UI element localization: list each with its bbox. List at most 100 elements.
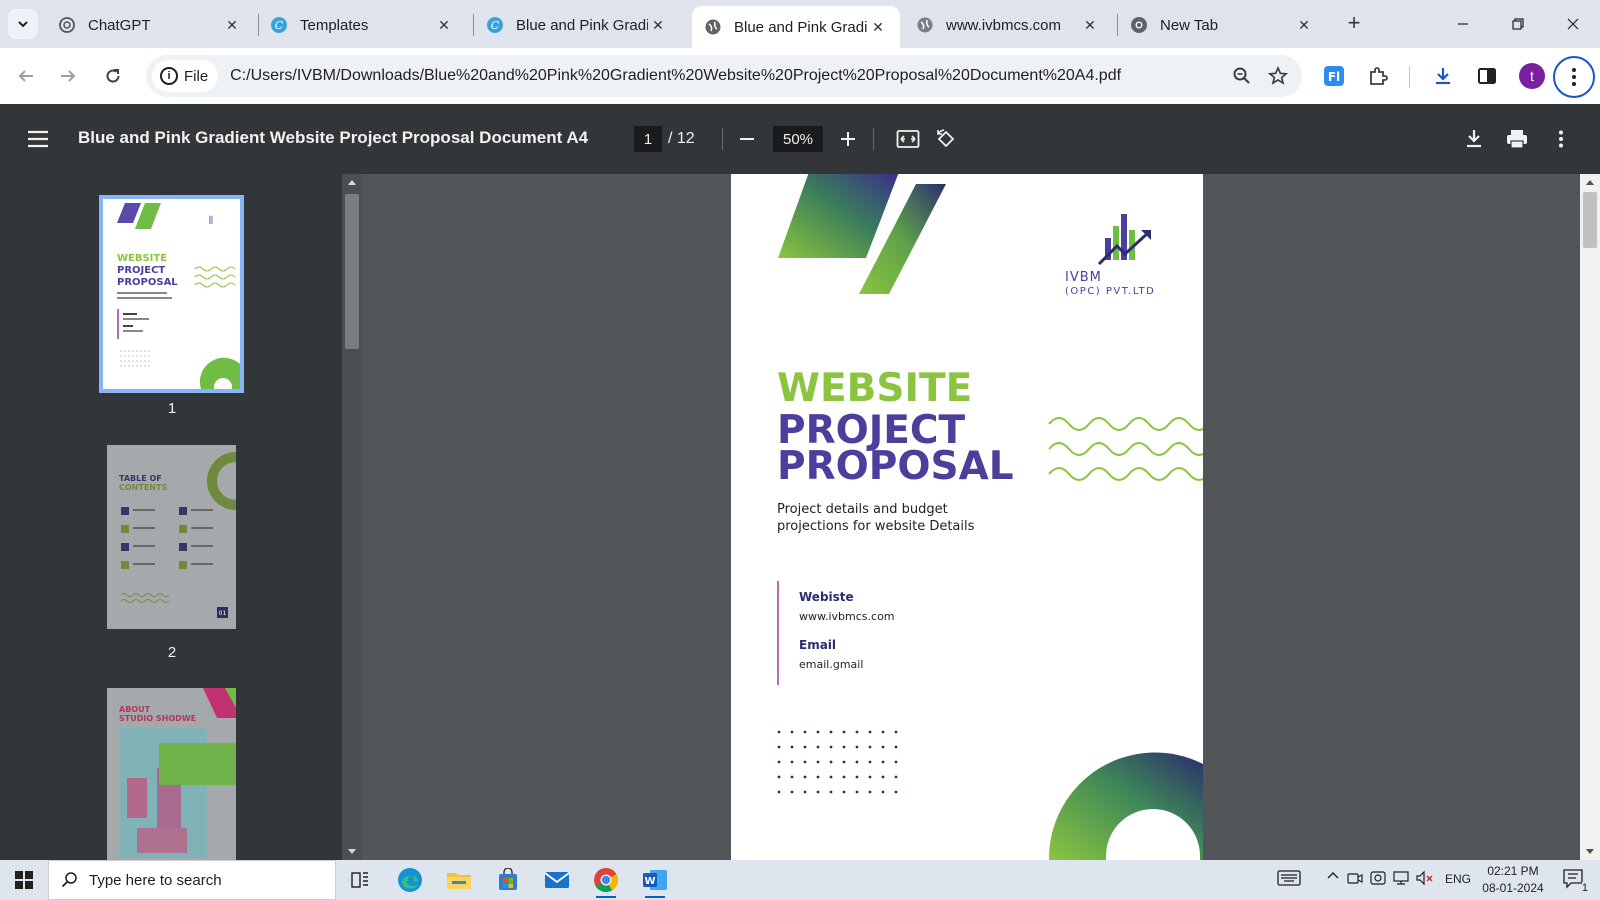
back-button[interactable] <box>10 60 42 92</box>
svg-text:C: C <box>491 19 500 32</box>
close-icon[interactable]: ✕ <box>868 17 888 37</box>
tab-pdf-active[interactable]: Blue and Pink Gradie ✕ <box>692 6 900 48</box>
thumb3-heading-2: STUDIO SHODWE <box>119 714 196 723</box>
touch-keyboard-icon[interactable] <box>1275 870 1303 886</box>
pdf-title: Blue and Pink Gradient Website Project P… <box>78 128 589 147</box>
more-vertical-icon <box>1559 130 1563 148</box>
taskbar-search-placeholder: Type here to search <box>89 871 222 889</box>
start-button[interactable] <box>0 860 48 900</box>
clock-date: 08-01-2024 <box>1482 881 1544 895</box>
store-icon <box>499 868 517 890</box>
close-window-button[interactable] <box>1550 6 1596 42</box>
tab-chatgpt[interactable]: ChatGPT ✕ <box>46 6 254 44</box>
wave-decoration <box>1048 417 1203 481</box>
thumbnail-page-1[interactable]: ⫼ WEBSITE PROJECT PROPOSAL <box>99 195 244 396</box>
tab-ivbmcs[interactable]: www.ivbmcs.com ✕ <box>904 6 1112 44</box>
network-icon[interactable] <box>1391 870 1411 886</box>
extension-fi-icon[interactable]: Fl <box>1318 60 1350 92</box>
clock[interactable]: 02:21 PM 08-01-2024 <box>1468 863 1558 897</box>
thumbnail-page-3[interactable]: ABOUT STUDIO SHODWE <box>107 688 236 860</box>
taskbar-mail[interactable] <box>537 864 577 896</box>
close-icon[interactable]: ✕ <box>648 15 668 35</box>
logo-subtitle: (OPC) PVT.LTD <box>1065 286 1156 297</box>
site-info-chip[interactable]: i File <box>152 60 219 92</box>
document-scrollbar-thumb[interactable] <box>1583 192 1597 248</box>
url-text[interactable]: C:/Users/IVBM/Downloads/Blue%20and%20Pin… <box>230 67 1224 85</box>
tab-title: Templates <box>300 16 369 34</box>
reload-button[interactable] <box>97 60 129 92</box>
zoom-in-button[interactable] <box>834 125 862 153</box>
document-viewport[interactable]: IVBM (OPC) PVT.LTD WEBSITE PROJECT PROPO… <box>362 174 1580 860</box>
task-view-button[interactable] <box>340 864 380 896</box>
thumb2-heading-1: TABLE OF <box>119 474 162 483</box>
subtitle-line-1: Project details and budget <box>777 502 948 517</box>
plus-icon <box>841 132 855 146</box>
close-icon[interactable]: ✕ <box>1294 15 1314 35</box>
restore-icon <box>1512 18 1524 30</box>
new-tab-button[interactable]: + <box>1340 9 1368 37</box>
profile-avatar[interactable]: t <box>1519 63 1545 89</box>
canva-icon: C <box>486 16 504 34</box>
page-graphics <box>777 174 1203 860</box>
taskbar-store[interactable] <box>488 864 528 896</box>
pdf-page-1: IVBM (OPC) PVT.LTD WEBSITE PROJECT PROPO… <box>731 174 1203 860</box>
sync-icon[interactable] <box>1368 870 1388 886</box>
ivbm-logo-mark <box>1097 214 1151 266</box>
tab-new-tab[interactable]: New Tab ✕ <box>1118 6 1326 44</box>
taskbar-edge[interactable] <box>390 864 430 896</box>
logo-name: IVBM <box>1065 270 1102 285</box>
gradient-shape-1 <box>778 174 899 258</box>
arrow-left-icon <box>18 70 33 82</box>
download-icon[interactable] <box>1427 60 1459 92</box>
taskbar-chrome[interactable] <box>586 864 626 898</box>
rotate-button[interactable] <box>932 125 960 153</box>
print-button[interactable] <box>1503 125 1531 153</box>
tab-search-button[interactable] <box>8 9 38 39</box>
page-number-input[interactable]: 1 <box>634 126 662 152</box>
minimize-icon <box>1458 23 1468 25</box>
forward-button[interactable] <box>52 60 84 92</box>
browser-menu-button[interactable] <box>1553 56 1595 98</box>
taskbar-file-explorer[interactable] <box>439 864 479 896</box>
tab-templates[interactable]: C Templates ✕ <box>258 6 466 44</box>
windows-logo-icon <box>15 871 33 889</box>
volume-muted-icon[interactable] <box>1414 870 1436 886</box>
thumbnail-page-2[interactable]: TABLE OF CONTENTS 01 <box>107 445 237 629</box>
notification-center-button[interactable]: 1 <box>1558 868 1590 894</box>
document-scrollbar[interactable] <box>1580 174 1600 860</box>
zoom-icon[interactable] <box>1224 58 1260 94</box>
restore-button[interactable] <box>1495 6 1541 42</box>
thumbnail-sidebar: ⫼ WEBSITE PROJECT PROPOSAL 1 TABLE OF CO… <box>0 174 342 860</box>
thumbnail-scrollbar-thumb[interactable] <box>345 194 359 349</box>
meet-now-icon[interactable] <box>1345 870 1365 886</box>
address-bar[interactable]: i File C:/Users/IVBM/Downloads/Blue%20an… <box>146 55 1302 97</box>
side-panel-icon[interactable] <box>1471 60 1503 92</box>
minimize-button[interactable] <box>1440 6 1486 42</box>
fit-page-icon <box>896 130 920 148</box>
close-icon[interactable]: ✕ <box>434 15 454 35</box>
pdf-sidebar-toggle[interactable] <box>24 125 52 153</box>
site-info-label: File <box>184 67 209 85</box>
bookmark-star-icon[interactable] <box>1260 58 1296 94</box>
plus-icon: + <box>1347 10 1361 35</box>
close-icon[interactable]: ✕ <box>222 15 242 35</box>
taskbar-search-box[interactable]: Type here to search <box>48 860 336 900</box>
close-icon <box>1567 18 1579 30</box>
pdf-more-button[interactable] <box>1547 125 1575 153</box>
tab-strip: ChatGPT ✕ C Templates ✕ C Blue and Pink … <box>0 0 1600 48</box>
pdf-download-button[interactable] <box>1460 125 1488 153</box>
notification-count: 1 <box>1581 882 1588 894</box>
zoom-input[interactable]: 50% <box>773 126 823 152</box>
fit-to-page-button[interactable] <box>894 125 922 153</box>
taskbar-word[interactable]: W <box>635 864 675 898</box>
chevron-up-icon[interactable] <box>1323 870 1343 880</box>
tab-canva-design[interactable]: C Blue and Pink Gradie ✕ <box>474 6 680 44</box>
zoom-out-button[interactable] <box>733 125 761 153</box>
thumbnail-scrollbar[interactable] <box>342 174 362 860</box>
close-icon[interactable]: ✕ <box>1080 15 1100 35</box>
svg-text:Fl: Fl <box>1328 70 1340 84</box>
extensions-puzzle-icon[interactable] <box>1362 60 1394 92</box>
thumbnail-1-preview: ⫼ WEBSITE PROJECT PROPOSAL <box>103 199 240 396</box>
scroll-down-icon <box>1586 849 1594 854</box>
website-value: www.ivbmcs.com <box>799 610 895 623</box>
